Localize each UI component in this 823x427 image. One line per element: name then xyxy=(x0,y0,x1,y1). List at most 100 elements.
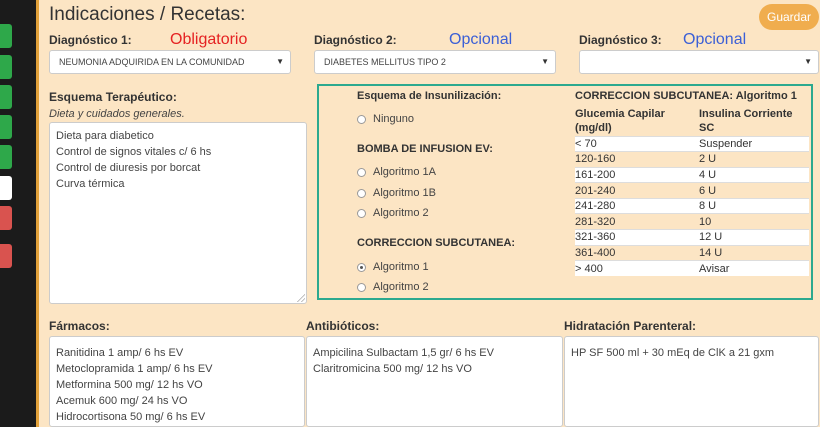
chevron-down-icon: ▼ xyxy=(276,57,284,66)
sidebar-tab[interactable] xyxy=(0,85,12,109)
sidebar-tab[interactable] xyxy=(0,206,12,230)
save-button[interactable]: Guardar xyxy=(759,4,819,30)
radio-algoritmo-1b[interactable]: Algoritmo 1B xyxy=(357,187,436,199)
table-row: 161-200 4 U xyxy=(575,166,809,183)
text-line: Control de diuresis por borcat xyxy=(56,162,201,174)
correccion-table: Glucemia Capilar (mg/dl) Insulina Corrie… xyxy=(575,106,809,277)
diagnostico-2-value: DIABETES MELLITUS TIPO 2 xyxy=(324,57,446,67)
radio-icon[interactable] xyxy=(357,282,366,292)
diagnostico-1-hint: Obligatorio xyxy=(170,31,248,48)
radio-icon[interactable] xyxy=(357,167,366,177)
radio-label: Algoritmo 2 xyxy=(373,281,429,293)
table-cell: 10 xyxy=(699,213,809,230)
radio-algoritmo-1a[interactable]: Algoritmo 1A xyxy=(357,166,436,178)
table-cell: Suspender xyxy=(699,135,809,152)
diagnostico-3-label: Diagnóstico 3: xyxy=(579,33,662,47)
antibioticos-label: Antibióticos: xyxy=(306,319,380,333)
text-line: Control de signos vitales c/ 6 hs xyxy=(56,146,212,158)
text-line: HP SF 500 ml + 30 mEq de ClK a 21 gxm xyxy=(571,347,775,359)
sidebar-tab[interactable] xyxy=(0,55,12,79)
radio-algoritmo-2-sub[interactable]: Algoritmo 2 xyxy=(357,281,429,293)
antibioticos-textarea[interactable]: Ampicilina Sulbactam 1,5 gr/ 6 hs EV Cla… xyxy=(306,336,563,427)
table-cell: 14 U xyxy=(699,244,809,261)
diagnostico-2-label: Diagnóstico 2: xyxy=(314,33,397,47)
diagnostico-1-value: NEUMONIA ADQUIRIDA EN LA COMUNIDAD xyxy=(59,57,245,67)
subcutanea-title: CORRECCION SUBCUTANEA: xyxy=(357,237,516,249)
radio-label: Algoritmo 1A xyxy=(373,166,436,178)
table-cell: 12 U xyxy=(699,229,809,246)
esquema-label: Esquema Terapéutico: xyxy=(49,90,177,104)
hidratacion-textarea[interactable]: HP SF 500 ml + 30 mEq de ClK a 21 gxm xyxy=(564,336,819,427)
table-cell: 4 U xyxy=(699,166,809,183)
esquema-textarea[interactable]: Dieta para diabetico Control de signos v… xyxy=(49,122,307,304)
chevron-down-icon: ▼ xyxy=(804,57,812,66)
table-row: 241-280 8 U xyxy=(575,197,809,214)
table-row: 361-400 14 U xyxy=(575,244,809,261)
text-line: Metoclopramida 1 amp/ 6 hs EV xyxy=(56,363,213,375)
text-line: Acemuk 600 mg/ 24 hs VO xyxy=(56,395,188,407)
radio-checked-icon[interactable] xyxy=(357,262,366,272)
farmacos-textarea[interactable]: Ranitidina 1 amp/ 6 hs EV Metoclopramida… xyxy=(49,336,305,427)
radio-icon[interactable] xyxy=(357,114,366,124)
table-row: 321-360 12 U xyxy=(575,229,809,246)
radio-icon[interactable] xyxy=(357,188,366,198)
table-row: > 400 Avisar xyxy=(575,260,809,277)
text-line: Dieta para diabetico xyxy=(56,130,154,142)
radio-label: Algoritmo 2 xyxy=(373,207,429,219)
table-cell: 361-400 xyxy=(575,244,699,261)
table-cell: 321-360 xyxy=(575,229,699,246)
diagnostico-1-select[interactable]: NEUMONIA ADQUIRIDA EN LA COMUNIDAD ▼ xyxy=(49,50,291,74)
radio-ninguno[interactable]: Ninguno xyxy=(357,113,414,125)
sidebar-tab[interactable] xyxy=(0,24,12,48)
diagnostico-2-select[interactable]: DIABETES MELLITUS TIPO 2 ▼ xyxy=(314,50,556,74)
text-line: Ampicilina Sulbactam 1,5 gr/ 6 hs EV xyxy=(313,347,494,359)
table-cell: Avisar xyxy=(699,260,809,277)
table-cell: > 400 xyxy=(575,260,699,277)
farmacos-label: Fármacos: xyxy=(49,319,110,333)
table-cell: 2 U xyxy=(699,151,809,168)
text-line: Hidrocortisona 50 mg/ 6 hs EV xyxy=(56,411,206,423)
hidratacion-label: Hidratación Parenteral: xyxy=(564,319,697,333)
diagnostico-1-label: Diagnóstico 1: xyxy=(49,33,132,47)
radio-icon[interactable] xyxy=(357,208,366,218)
table-cell: 281-320 xyxy=(575,213,699,230)
radio-algoritmo-1-sub[interactable]: Algoritmo 1 xyxy=(357,261,429,273)
table-cell: 161-200 xyxy=(575,166,699,183)
radio-label: Ninguno xyxy=(373,113,414,125)
correccion-title: CORRECCION SUBCUTANEA: Algoritmo 1 xyxy=(575,90,797,102)
table-cell: 120-160 xyxy=(575,151,699,168)
page-title: Indicaciones / Recetas: xyxy=(49,4,246,25)
table-cell: 201-240 xyxy=(575,182,699,199)
radio-label: Algoritmo 1B xyxy=(373,187,436,199)
sidebar-tab[interactable] xyxy=(0,244,12,268)
sidebar-tab[interactable] xyxy=(0,176,12,200)
table-row: 201-240 6 U xyxy=(575,182,809,199)
table-row: 120-160 2 U xyxy=(575,151,809,168)
left-sidebar xyxy=(0,0,36,427)
table-row: < 70 Suspender xyxy=(575,135,809,152)
insulina-title: Esquema de Insunilización: xyxy=(357,90,502,102)
diagnostico-2-hint: Opcional xyxy=(449,31,513,48)
table-row: 281-320 10 xyxy=(575,213,809,230)
table-cell: 241-280 xyxy=(575,197,699,214)
sidebar-tab[interactable] xyxy=(0,115,12,139)
resize-handle-icon[interactable] xyxy=(297,294,305,302)
text-line: Metformina 500 mg/ 12 hs VO xyxy=(56,379,203,391)
radio-label: Algoritmo 1 xyxy=(373,261,429,273)
esquema-subtitle: Dieta y cuidados generales. xyxy=(49,108,185,120)
bomba-title: BOMBA DE INFUSION EV: xyxy=(357,143,493,155)
text-line: Curva térmica xyxy=(56,178,125,190)
col-header-glucemia: Glucemia Capilar (mg/dl) xyxy=(575,108,665,134)
col-header-insulina: Insulina Corriente SC xyxy=(699,108,793,134)
diagnostico-3-hint: Opcional xyxy=(683,31,747,48)
table-cell: 6 U xyxy=(699,182,809,199)
table-cell: 8 U xyxy=(699,197,809,214)
sidebar-tab[interactable] xyxy=(0,145,12,169)
table-cell: < 70 xyxy=(575,135,699,152)
chevron-down-icon: ▼ xyxy=(541,57,549,66)
text-line: Claritromicina 500 mg/ 12 hs VO xyxy=(313,363,472,375)
diagnostico-3-select[interactable]: ▼ xyxy=(579,50,819,74)
radio-algoritmo-2-bomba[interactable]: Algoritmo 2 xyxy=(357,207,429,219)
text-line: Ranitidina 1 amp/ 6 hs EV xyxy=(56,347,184,359)
sidebar-edge xyxy=(36,0,39,427)
